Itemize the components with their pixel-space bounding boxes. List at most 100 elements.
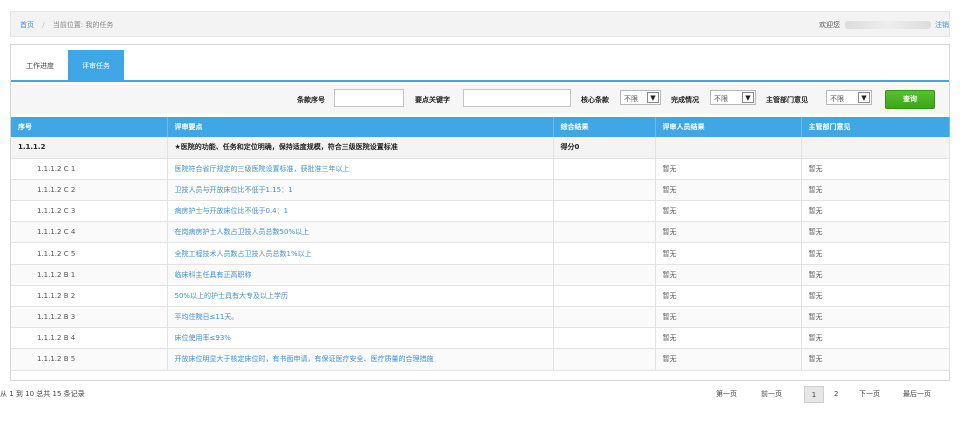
- col-header-no[interactable]: 序号: [11, 117, 168, 137]
- row-result: [553, 242, 656, 265]
- keyword-label: 要点关键字: [415, 96, 450, 104]
- core-item-select-value: 不限: [624, 95, 638, 103]
- row-reviewer-result: 暂无: [655, 306, 802, 329]
- group-dept: [801, 137, 950, 159]
- review-point-link[interactable]: 医院符合省厅规定的三级医院设置标准，获批准三年以上: [175, 165, 350, 173]
- table-row[interactable]: 1.1.1.2 B 2 50%以上的护士具有大专及以上学历 暂无 暂无: [11, 285, 950, 308]
- row-dept-opinion: 暂无: [801, 221, 950, 244]
- row-dept-opinion: 暂无: [801, 285, 950, 308]
- row-code: 1.1.1.2 C 1: [11, 158, 168, 180]
- keyword-input[interactable]: [463, 89, 571, 107]
- row-dept-opinion: 暂无: [801, 242, 950, 265]
- table-row[interactable]: 1.1.1.2 B 4 床位使用率≤93% 暂无 暂无: [11, 327, 950, 350]
- table-row[interactable]: 1.1.1.2 B 3 平均住院日≤11天。 暂无 暂无: [11, 306, 950, 329]
- breadcrumb-separator: /: [42, 21, 45, 29]
- row-reviewer-result: 暂无: [655, 242, 802, 265]
- core-item-label: 核心条款: [581, 96, 609, 104]
- table-row[interactable]: 1.1.1.2 C 3 病房护士与开放床位比不低于0.4：1 暂无 暂无: [11, 200, 950, 223]
- col-header-reviewer[interactable]: 评审人员结果: [655, 117, 802, 137]
- tab-work-progress[interactable]: 工作进度: [13, 50, 67, 82]
- review-point-link[interactable]: 在岗病房护士人数占卫技人员总数50%以上: [175, 228, 310, 236]
- row-code: 1.1.1.2 C 5: [11, 242, 168, 265]
- pager-last[interactable]: 最后一页: [903, 386, 931, 403]
- main-panel: 工作进度 评审任务 条款序号 要点关键字 核心条款 不限 ▼ 完成情况 不限 ▼…: [10, 44, 950, 381]
- review-point-link[interactable]: 卫技人员与开放床位比不低于1.15：1: [175, 186, 293, 194]
- pager-first[interactable]: 第一页: [716, 386, 737, 403]
- welcome-text: 欢迎您: [819, 21, 840, 29]
- row-result: [553, 158, 656, 180]
- completion-select-value: 不限: [714, 95, 728, 103]
- item-no-label: 条款序号: [297, 96, 325, 104]
- review-point-link[interactable]: 平均住院日≤11天。: [175, 313, 239, 321]
- row-result: [553, 348, 656, 371]
- row-reviewer-result: 暂无: [655, 158, 802, 180]
- record-count: 从 1 到 10 总共 15 条记录: [0, 390, 85, 398]
- review-point-link[interactable]: 开放床位明显大于核定床位时，有书面申请，有保证医疗安全、医疗质量的合理措施: [175, 355, 434, 363]
- table-row[interactable]: 1.1.1.2 C 4 在岗病房护士人数占卫技人员总数50%以上 暂无 暂无: [11, 221, 950, 244]
- logout-link[interactable]: 注销: [935, 20, 949, 30]
- row-code: 1.1.1.2 B 1: [11, 264, 168, 286]
- review-point-link[interactable]: 全院工程技术人员数占卫技人员总数1%以上: [175, 250, 312, 258]
- query-button[interactable]: 查询: [885, 90, 935, 109]
- row-result: [553, 306, 656, 329]
- row-dept-opinion: 暂无: [801, 264, 950, 286]
- table-row[interactable]: 1.1.1.2 B 1 临床科主任具有正高职称 暂无 暂无: [11, 264, 950, 286]
- item-no-input[interactable]: [334, 89, 404, 107]
- row-reviewer-result: 暂无: [655, 348, 802, 371]
- row-reviewer-result: 暂无: [655, 179, 802, 202]
- pager-next[interactable]: 下一页: [859, 386, 880, 403]
- row-code: 1.1.1.2 C 4: [11, 221, 168, 244]
- breadcrumb-home-link[interactable]: 首页: [20, 21, 34, 29]
- review-point-link[interactable]: 床位使用率≤93%: [175, 334, 231, 342]
- row-dept-opinion: 暂无: [801, 158, 950, 180]
- row-code: 1.1.1.2 B 5: [11, 348, 168, 371]
- row-review-point: 病房护士与开放床位比不低于0.4：1: [167, 200, 554, 223]
- row-result: [553, 179, 656, 202]
- redacted-username: [845, 21, 931, 29]
- group-row[interactable]: 1.1.1.2 ★医院的功能、任务和定位明确，保持适度规模，符合三级医院设置标准…: [11, 137, 950, 159]
- row-code: 1.1.1.2 C 2: [11, 179, 168, 202]
- breadcrumb: 首页 / 当前位置: 我的任务: [20, 20, 113, 30]
- row-reviewer-result: 暂无: [655, 327, 802, 350]
- row-code: 1.1.1.2 B 4: [11, 327, 168, 350]
- review-point-link[interactable]: 病房护士与开放床位比不低于0.4：1: [175, 207, 289, 215]
- chevron-down-icon: ▼: [742, 92, 754, 103]
- tab-review-tasks[interactable]: 评审任务: [68, 50, 124, 82]
- row-dept-opinion: 暂无: [801, 200, 950, 223]
- table-row[interactable]: 1.1.1.2 C 1 医院符合省厅规定的三级医院设置标准，获批准三年以上 暂无 暂无: [11, 158, 950, 180]
- row-result: [553, 200, 656, 223]
- row-reviewer-result: 暂无: [655, 200, 802, 223]
- pager-page-2[interactable]: 2: [834, 386, 838, 403]
- review-point-link[interactable]: 50%以上的护士具有大专及以上学历: [175, 292, 289, 300]
- filter-bar: 条款序号 要点关键字 核心条款 不限 ▼ 完成情况 不限 ▼ 主管部门意见 不限…: [11, 84, 949, 114]
- group-reviewer: [655, 137, 802, 159]
- row-code: 1.1.1.2 C 3: [11, 200, 168, 223]
- review-point-link[interactable]: 临床科主任具有正高职称: [175, 271, 252, 279]
- row-review-point: 50%以上的护士具有大专及以上学历: [167, 285, 554, 308]
- pager-prev[interactable]: 前一页: [761, 386, 782, 403]
- core-item-select[interactable]: 不限 ▼: [620, 90, 661, 105]
- col-header-dept[interactable]: 主管部门意见: [801, 117, 950, 137]
- row-review-point: 在岗病房护士人数占卫技人员总数50%以上: [167, 221, 554, 244]
- completion-label: 完成情况: [671, 96, 699, 104]
- dept-opinion-select[interactable]: 不限 ▼: [826, 90, 872, 105]
- row-reviewer-result: 暂无: [655, 264, 802, 286]
- row-result: [553, 221, 656, 244]
- row-review-point: 卫技人员与开放床位比不低于1.15：1: [167, 179, 554, 202]
- table-row[interactable]: 1.1.1.2 C 2 卫技人员与开放床位比不低于1.15：1 暂无 暂无: [11, 179, 950, 202]
- row-dept-opinion: 暂无: [801, 306, 950, 329]
- table-row[interactable]: 1.1.1.2 B 5 开放床位明显大于核定床位时，有书面申请，有保证医疗安全、医…: [11, 348, 950, 371]
- row-code: 1.1.1.2 B 3: [11, 306, 168, 329]
- pager-page-1[interactable]: 1: [804, 386, 824, 403]
- completion-select[interactable]: 不限 ▼: [710, 90, 756, 105]
- col-header-point[interactable]: 评审要点: [167, 117, 554, 137]
- top-bar: 首页 / 当前位置: 我的任务 欢迎您 注销: [10, 11, 950, 37]
- row-dept-opinion: 暂无: [801, 179, 950, 202]
- chevron-down-icon: ▼: [858, 92, 870, 103]
- table-header-row: 序号 评审要点 综合结果 评审人员结果 主管部门意见: [11, 117, 950, 137]
- row-dept-opinion: 暂无: [801, 348, 950, 371]
- dept-opinion-select-value: 不限: [830, 95, 844, 103]
- table-row[interactable]: 1.1.1.2 C 5 全院工程技术人员数占卫技人员总数1%以上 暂无 暂无: [11, 242, 950, 265]
- row-result: [553, 264, 656, 286]
- col-header-result[interactable]: 综合结果: [553, 117, 656, 137]
